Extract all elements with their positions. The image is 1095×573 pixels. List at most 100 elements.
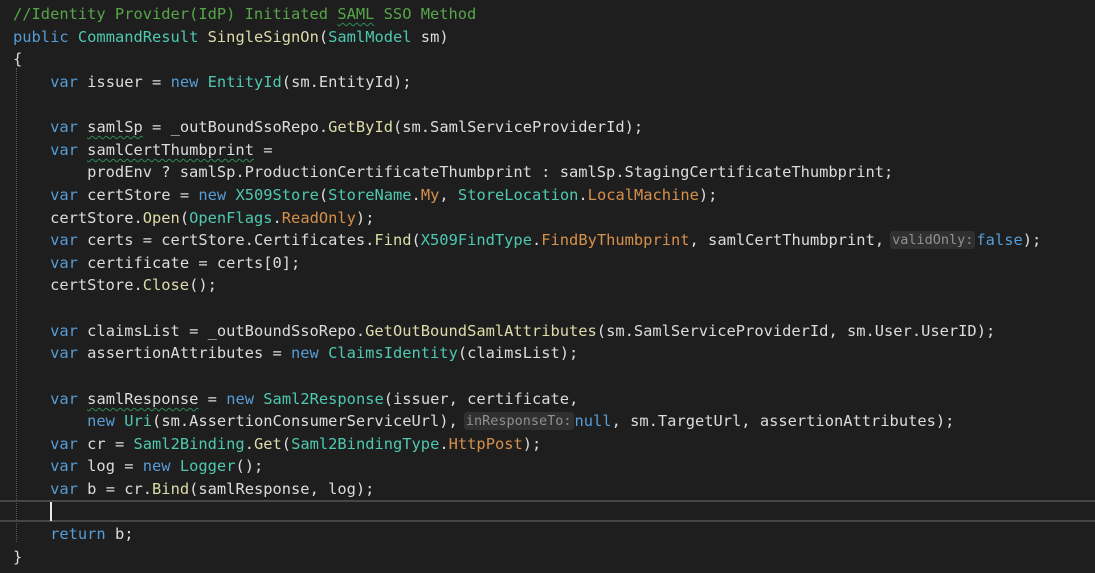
code-token: (issuer, certificate, [383, 390, 579, 408]
code-line[interactable]: var certStore = new X509Store(StoreName.… [13, 184, 717, 207]
code-token: EntityId [207, 73, 282, 91]
code-token: ( [281, 435, 292, 453]
code-token: Logger [179, 457, 236, 475]
code-token: claimsList = _outBoundSsoRepo. [77, 322, 366, 340]
code-token: var [50, 480, 78, 498]
code-token: log = [77, 457, 143, 475]
code-token: CommandResult [77, 28, 199, 46]
code-token: new [87, 412, 115, 430]
code-token: SamlModel [328, 28, 412, 46]
code-token: ( [318, 186, 329, 204]
text-caret [50, 502, 52, 521]
code-line[interactable]: certStore.Close(); [13, 274, 217, 297]
code-token: new [226, 390, 254, 408]
code-token: ClaimsIdentity [328, 344, 458, 362]
code-line[interactable]: var issuer = new EntityId(sm.EntityId); [13, 71, 412, 94]
code-token: false [976, 231, 1023, 249]
code-token: My [420, 186, 440, 204]
code-token: new [291, 344, 319, 362]
code-line[interactable]: var samlSp = _outBoundSsoRepo.GetById(sm… [13, 116, 643, 139]
code-token-warning: samlSp [87, 118, 143, 136]
code-line[interactable]: var assertionAttributes = new ClaimsIden… [13, 342, 578, 365]
code-token: SSO Method [374, 5, 477, 23]
code-token: = [253, 141, 273, 159]
code-token: return [50, 525, 106, 543]
code-line[interactable]: new Uri(sm.AssertionConsumerServiceUrl),… [13, 410, 954, 433]
code-token: (); [189, 276, 217, 294]
code-token: . [272, 209, 282, 227]
code-line[interactable]: prodEnv ? samlSp.ProductionCertificateTh… [13, 161, 893, 184]
code-token: ); [698, 186, 718, 204]
code-line[interactable]: var claimsList = _outBoundSsoRepo.GetOut… [13, 320, 995, 343]
code-token: var [50, 118, 78, 136]
code-token: } [13, 548, 23, 566]
code-token: Find [374, 231, 412, 249]
code-token: Get [253, 435, 282, 453]
code-token: Close [142, 276, 190, 294]
code-line[interactable]: certStore.Open(OpenFlags.ReadOnly); [13, 207, 374, 230]
code-editor[interactable]: //Identity Provider(IdP) Initiated SAML … [0, 0, 1095, 573]
code-line[interactable]: var log = new Logger(); [13, 455, 263, 478]
code-token: b = cr. [77, 480, 153, 498]
code-token: Saml2Response [263, 390, 384, 408]
code-token: { [13, 50, 23, 68]
code-token: (sm.SamlServiceProviderId, sm.User.UserI… [596, 322, 996, 340]
code-token: ); [355, 209, 375, 227]
code-line[interactable]: //Identity Provider(IdP) Initiated SAML … [13, 3, 476, 26]
code-token: (claimsList); [457, 344, 579, 362]
code-token: . [411, 186, 421, 204]
code-token: new [198, 186, 227, 204]
code-token-warning: samlResponse [87, 390, 199, 408]
code-token: new [170, 73, 199, 91]
code-token: GetOutBoundSamlAttributes [365, 322, 597, 340]
code-token: var [50, 457, 78, 475]
code-token: cr = [77, 435, 134, 453]
code-token: StoreLocation [457, 186, 579, 204]
code-token: Saml2BindingType [291, 435, 440, 453]
code-line[interactable]: var samlResponse = new Saml2Response(iss… [13, 388, 578, 411]
code-token: Uri [124, 412, 153, 430]
code-token: sm) [411, 28, 449, 46]
code-token: Saml2Binding [133, 435, 245, 453]
code-token: new [142, 457, 171, 475]
code-token: StoreName [328, 186, 412, 204]
code-line[interactable]: public CommandResult SingleSignOn(SamlMo… [13, 26, 449, 49]
code-token: , samlCertThumbprint, [689, 231, 885, 249]
code-token: LocalMachine [587, 186, 699, 204]
code-token: certificate = certs[0]; [77, 254, 301, 272]
code-line[interactable]: { [13, 48, 22, 71]
code-token: (sm.SamlServiceProviderId); [392, 118, 644, 136]
code-line[interactable]: var samlCertThumbprint = [13, 139, 273, 162]
code-line[interactable]: return b; [13, 523, 133, 546]
code-line[interactable]: var b = cr.Bind(samlResponse, log); [13, 478, 374, 501]
code-line[interactable]: var cr = Saml2Binding.Get(Saml2BindingTy… [13, 433, 541, 456]
code-line[interactable]: var certificate = certs[0]; [13, 252, 300, 275]
code-line[interactable]: var certs = certStore.Certificates.Find(… [13, 229, 1041, 252]
code-token: OpenFlags [189, 209, 273, 227]
code-line[interactable]: } [13, 546, 22, 569]
code-token: ( [318, 28, 329, 46]
code-token: Open [142, 209, 180, 227]
code-token: (sm.EntityId); [281, 73, 412, 91]
code-token: prodEnv ? samlSp.ProductionCertificateTh… [13, 163, 894, 181]
code-token: public [13, 28, 69, 46]
code-token: var [50, 344, 78, 362]
code-token: var [50, 435, 78, 453]
code-token: Bind [152, 480, 190, 498]
